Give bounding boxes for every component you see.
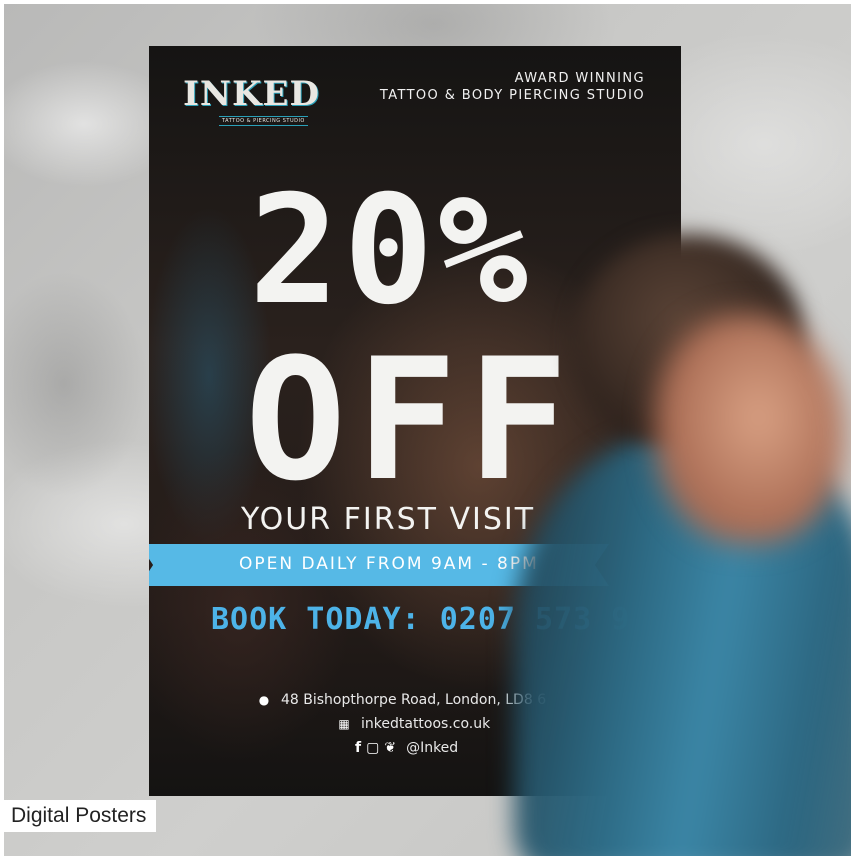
award-line-2: TATTOO & BODY PIERCING STUDIO [379,88,645,103]
website-text: inkedtattoos.co.uk [361,716,491,732]
globe-icon: ▦ [338,717,350,731]
logo-subtitle: TATTOO & PIERCING STUDIO [219,116,308,126]
instagram-icon: ▢ [366,740,380,756]
person-face [654,314,844,544]
facebook-icon: f [355,740,362,756]
image-caption: Digital Posters [4,800,157,832]
award-line-1: AWARD WINNING [514,71,645,86]
photo-frame: INKED TATTOO & PIERCING STUDIO AWARD WIN… [4,4,851,856]
twitter-icon: ❦ [384,740,397,756]
social-handle: @Inked [406,740,459,756]
hours-ribbon: OPEN DAILY FROM 9AM - 8PM [149,544,609,586]
tattoo-poster: INKED TATTOO & PIERCING STUDIO AWARD WIN… [149,46,681,796]
social-icons: f ▢ ❦ [355,740,396,756]
hours-text: OPEN DAILY FROM 9AM - 8PM [239,554,539,574]
discount-heading: 20% [249,164,532,338]
logo-word: INKED [183,74,320,114]
social-line: f ▢ ❦ @Inked [355,740,458,756]
address-text: 48 Bishopthorpe Road, London, LD8 6 [281,692,547,708]
address-line: ● 48 Bishopthorpe Road, London, LD8 6 [257,692,546,708]
website-line: ▦ inkedtattoos.co.uk [337,716,490,732]
inked-logo: INKED TATTOO & PIERCING STUDIO [175,70,319,136]
map-pin-icon: ● [258,693,270,707]
offer-line: YOUR FIRST VISIT [241,502,536,537]
award-text: AWARD WINNING TATTOO & BODY PIERCING STU… [380,70,645,104]
book-phone: BOOK TODAY: 0207 573 9 [211,602,631,637]
off-heading: OFF [245,322,579,518]
